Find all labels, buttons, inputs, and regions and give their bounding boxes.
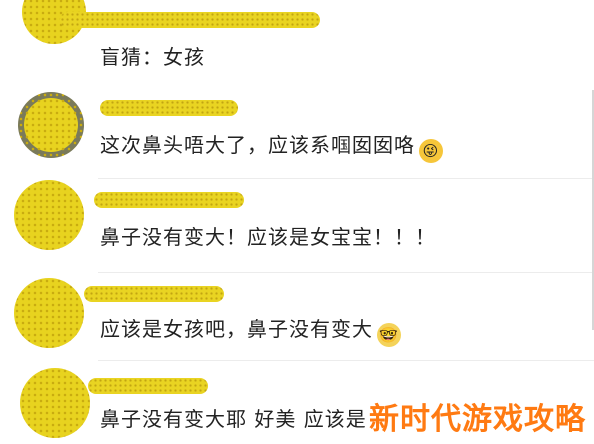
comment-text: 这次鼻头唔大了，应该系啯囡囡咯 😜 [100, 132, 443, 163]
divider [98, 272, 594, 273]
redacted-username [60, 12, 320, 28]
avatar[interactable] [20, 368, 90, 438]
comment-text: 鼻子没有变大！应该是女宝宝！！！ [100, 225, 436, 249]
comment-text: 鼻子没有变大耶 好美 应该是 [100, 407, 367, 431]
watermark: 新时代游戏攻略 [369, 402, 586, 437]
comment-item: 盲猜：女孩 [0, 0, 594, 86]
glasses-emoji-icon: 🤓 [377, 323, 401, 347]
redacted-username [100, 100, 238, 116]
comment-item: 鼻子没有变大！应该是女宝宝！！！ [0, 180, 594, 274]
avatar[interactable] [14, 278, 84, 348]
redacted-username [94, 192, 244, 208]
redacted-username [84, 286, 224, 302]
divider [98, 178, 594, 179]
divider [98, 360, 594, 361]
comment-text: 应该是女孩吧，鼻子没有变大 🤓 [100, 316, 401, 347]
tongue-out-emoji-icon: 😜 [419, 139, 443, 163]
comment-body: 这次鼻头唔大了，应该系啯囡囡咯 [100, 133, 415, 157]
comment-item: 应该是女孩吧，鼻子没有变大 🤓 [0, 276, 594, 364]
avatar[interactable] [14, 180, 84, 250]
comment-body: 应该是女孩吧，鼻子没有变大 [100, 317, 373, 341]
redacted-username [88, 378, 208, 394]
comment-text: 盲猜：女孩 [100, 45, 205, 69]
avatar[interactable] [18, 92, 84, 158]
comment-item: 这次鼻头唔大了，应该系啯囡囡咯 😜 [0, 90, 594, 176]
